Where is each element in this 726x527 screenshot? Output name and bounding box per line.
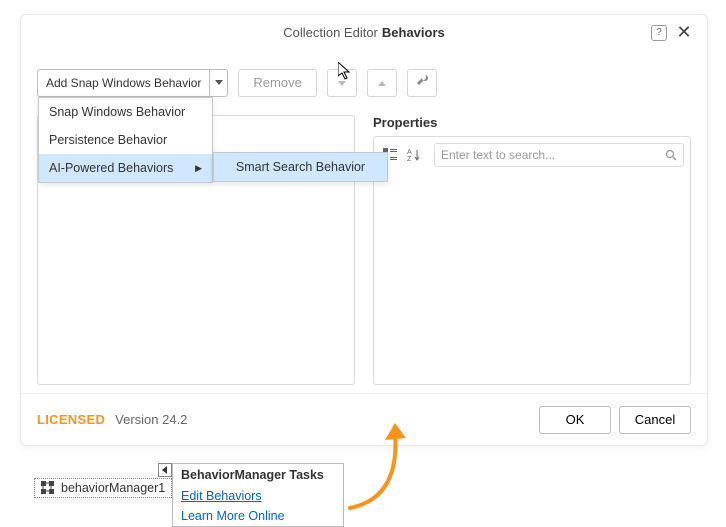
menu-item-label: Persistence Behavior (49, 133, 167, 147)
cancel-button[interactable]: Cancel (619, 406, 691, 434)
menu-item-persistence[interactable]: Persistence Behavior (39, 126, 212, 154)
version-label: Version 24.2 (115, 412, 187, 427)
component-name: behaviorManager1 (61, 481, 165, 495)
tasks-title: BehaviorManager Tasks (173, 464, 343, 486)
menu-item-label: Snap Windows Behavior (49, 105, 185, 119)
menu-item-snap-windows[interactable]: Snap Windows Behavior (39, 98, 212, 126)
help-icon[interactable]: ? (651, 25, 667, 41)
menu-item-smart-search[interactable]: Smart Search Behavior (214, 153, 387, 181)
collection-editor-dialog: Collection Editor Behaviors ? ✕ Add Snap… (20, 14, 708, 446)
menu-item-label: Smart Search Behavior (236, 160, 365, 174)
dialog-titlebar: Collection Editor Behaviors ? ✕ (21, 15, 707, 51)
properties-label: Properties (373, 115, 691, 130)
wrench-icon (416, 75, 428, 87)
property-search-input[interactable]: Enter text to search... (434, 143, 684, 167)
title-main: Behaviors (382, 25, 445, 40)
search-icon (665, 149, 677, 161)
svg-text:Z: Z (407, 156, 412, 162)
svg-text:A: A (407, 149, 412, 156)
behavior-manager-component[interactable]: behaviorManager1 (34, 478, 172, 498)
ok-button[interactable]: OK (539, 406, 611, 434)
chevron-up-icon (378, 81, 386, 87)
ai-powered-submenu: Smart Search Behavior (213, 152, 388, 182)
edit-behaviors-link[interactable]: Edit Behaviors (173, 486, 343, 506)
learn-more-link[interactable]: Learn More Online (173, 506, 343, 526)
remove-button[interactable]: Remove (238, 69, 316, 97)
menu-item-label: AI-Powered Behaviors (49, 161, 173, 175)
tasks-popup: BehaviorManager Tasks Edit Behaviors Lea… (172, 463, 344, 527)
smart-tag-button[interactable] (158, 463, 172, 477)
add-behavior-menu: Snap Windows Behavior Persistence Behavi… (38, 97, 213, 183)
property-grid-toolbar: AZ Enter text to search... (380, 143, 684, 167)
component-icon (41, 481, 55, 495)
submenu-arrow-icon: ▶ (195, 163, 202, 174)
dialog-footer: LICENSED Version 24.2 OK Cancel (21, 393, 707, 445)
smart-tag-arrow-icon (161, 466, 169, 474)
add-behavior-button[interactable]: Add Snap Windows Behavior (37, 69, 228, 97)
alphabetical-view-icon[interactable]: AZ (404, 145, 424, 165)
move-up-button[interactable] (367, 69, 397, 97)
toolbar-tool-button[interactable] (407, 69, 437, 97)
search-placeholder: Enter text to search... (441, 148, 665, 162)
add-behavior-dropdown-toggle[interactable] (209, 70, 227, 96)
toolbar: Add Snap Windows Behavior Remove Snap Wi… (37, 67, 691, 99)
add-behavior-label: Add Snap Windows Behavior (38, 70, 209, 96)
move-down-button[interactable] (327, 69, 357, 97)
dialog-body: Add Snap Windows Behavior Remove Snap Wi… (21, 51, 707, 393)
license-badge: LICENSED (37, 412, 105, 427)
close-icon[interactable]: ✕ (675, 23, 693, 41)
menu-item-ai-powered[interactable]: AI-Powered Behaviors ▶ Smart Search Beha… (39, 154, 212, 182)
properties-column: Properties AZ Enter text to search... (373, 115, 691, 385)
title-prefix: Collection Editor (283, 25, 378, 40)
chevron-down-icon (338, 81, 346, 87)
chevron-down-icon (215, 80, 223, 86)
property-grid: AZ Enter text to search... (373, 136, 691, 385)
